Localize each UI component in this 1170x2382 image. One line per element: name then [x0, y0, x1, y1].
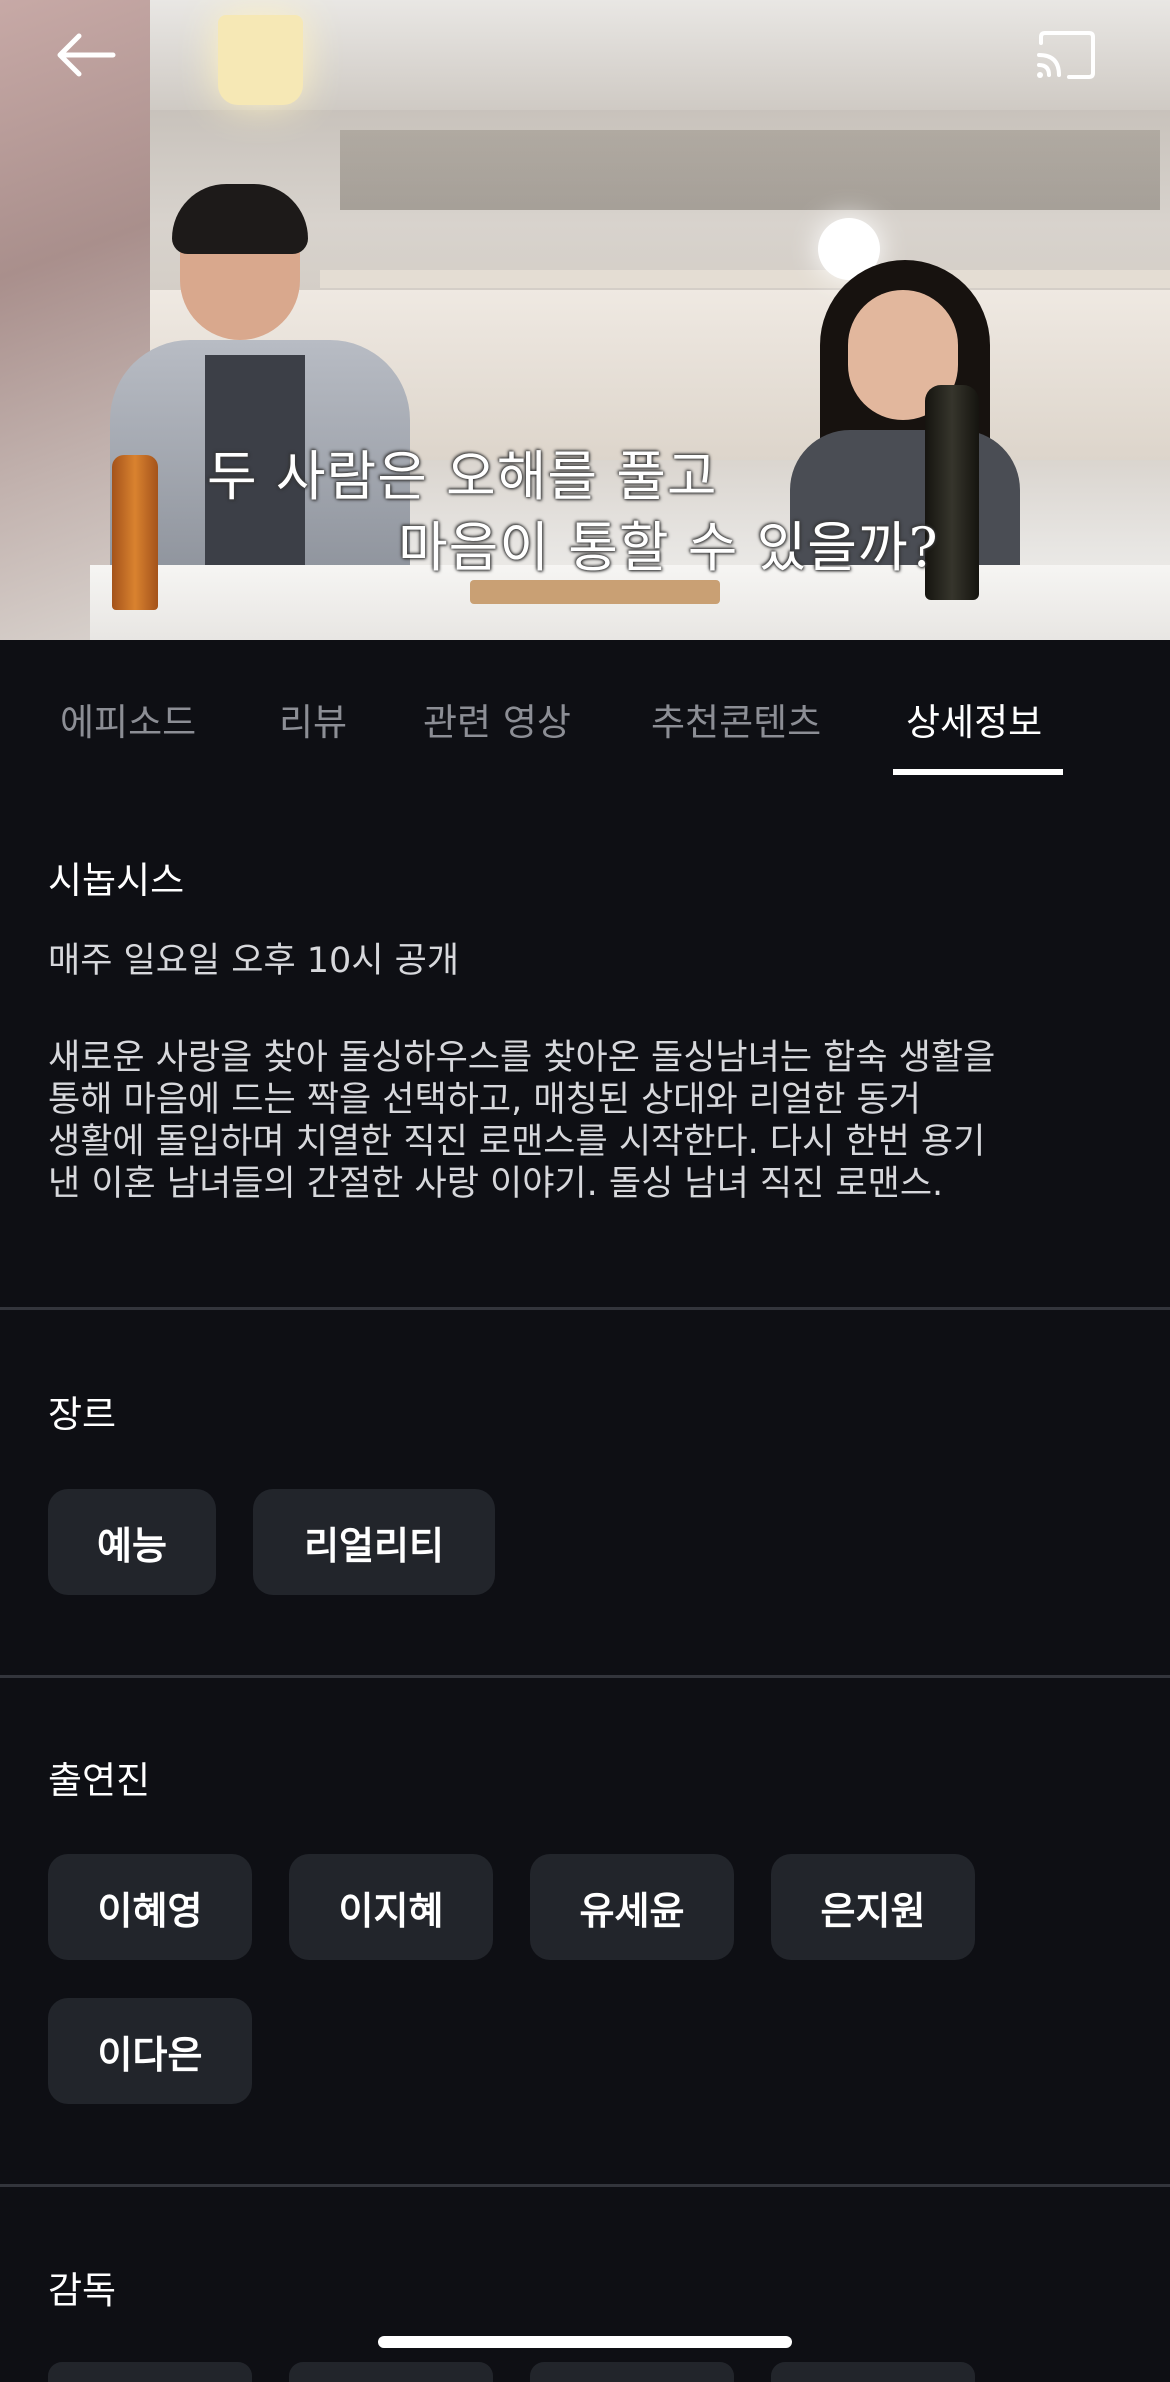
- synopsis-line: 생활에 돌입하며 치열한 직진 로맨스를 시작한다. 다시 한번 용기: [48, 1122, 986, 1162]
- video-subtitle-line1: 두 사람은 오해를 풀고: [207, 445, 718, 508]
- synopsis-line: 새로운 사랑을 찾아 돌싱하우스를 찾아온 돌싱남녀는 합숙 생활을: [48, 1038, 996, 1078]
- cast-chip[interactable]: 이지혜: [289, 1854, 493, 1960]
- cast-button[interactable]: [1020, 20, 1110, 90]
- section-divider: [0, 1675, 1170, 1678]
- director-chip[interactable]: [48, 2362, 252, 2382]
- tab-details[interactable]: 상세정보: [906, 692, 1042, 746]
- director-chip[interactable]: [530, 2362, 734, 2382]
- beer-bottle: [112, 455, 158, 610]
- genre-chip[interactable]: 예능: [48, 1489, 216, 1595]
- synopsis-line: 낸 이혼 남녀들의 간절한 사랑 이야기. 돌싱 남녀 직진 로맨스.: [48, 1164, 944, 1204]
- cast-icon: [1037, 31, 1095, 79]
- active-tab-indicator: [893, 769, 1063, 775]
- tab-episode[interactable]: 에피소드: [60, 692, 196, 746]
- cast-title: 출연진: [48, 1759, 151, 1802]
- tab-related-videos[interactable]: 관련 영상: [423, 692, 571, 746]
- director-chip[interactable]: [289, 2362, 493, 2382]
- director-chip[interactable]: [771, 2362, 975, 2382]
- synopsis-line: 통해 마음에 드는 짝을 선택하고, 매칭된 상대와 리얼한 동거: [48, 1080, 921, 1120]
- genre-title: 장르: [48, 1393, 117, 1436]
- home-indicator[interactable]: [378, 2336, 792, 2348]
- section-divider: [0, 1307, 1170, 1310]
- synopsis-description: 새로운 사랑을 찾아 돌싱하우스를 찾아온 돌싱남녀는 합숙 생활을 통해 마음…: [48, 1037, 1123, 1205]
- video-subtitle-line2: 마음이 통할 수 있을까?: [398, 516, 939, 579]
- director-title: 감독: [48, 2269, 117, 2312]
- genre-chip[interactable]: 리얼리티: [253, 1489, 495, 1595]
- cast-chip[interactable]: 은지원: [771, 1854, 975, 1960]
- release-schedule: 매주 일요일 오후 10시 공개: [48, 941, 460, 981]
- cast-chip[interactable]: 이혜영: [48, 1854, 252, 1960]
- video-player[interactable]: 두 사람은 오해를 풀고 마음이 통할 수 있을까?: [0, 0, 1170, 640]
- section-divider: [0, 2184, 1170, 2187]
- tab-recommended[interactable]: 추천콘텐츠: [651, 692, 821, 746]
- lamp: [218, 15, 303, 105]
- tab-review[interactable]: 리뷰: [279, 692, 347, 746]
- synopsis-title: 시놉시스: [48, 859, 185, 902]
- back-button[interactable]: [40, 20, 130, 90]
- back-arrow-icon: [57, 33, 116, 77]
- cast-chip[interactable]: 이다은: [48, 1998, 252, 2104]
- cast-chip[interactable]: 유세윤: [530, 1854, 734, 1960]
- content-tabs: 에피소드 리뷰 관련 영상 추천콘텐츠 상세정보: [0, 640, 1170, 775]
